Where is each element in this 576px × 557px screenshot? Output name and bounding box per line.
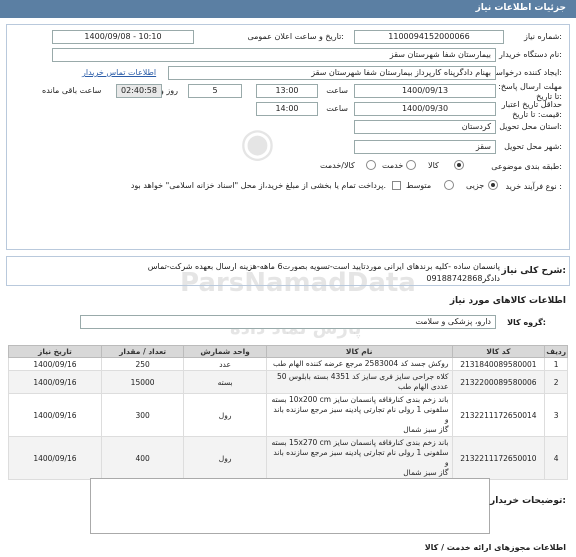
row-name-line: روکش جسد کد 2583004 مرجع عرضه کننده الها…	[273, 359, 449, 368]
city-field: سقز	[354, 140, 496, 154]
row-index: 4	[544, 436, 568, 480]
row-name-line: باند زخم بندی کنارفافه پانسمان سایز 10x2…	[271, 395, 449, 404]
goods-group-field: دارو، پزشکی و سلامت	[80, 315, 496, 329]
validity-time-field: 14:00	[256, 102, 318, 116]
row-code: 2132211172650010	[451, 436, 546, 480]
validity-date-field: 1400/09/30	[354, 102, 496, 116]
buyer-label: نام دستگاه خریدار:	[498, 50, 562, 59]
row-qty: 15000	[100, 370, 185, 394]
category-option-goods: کالا	[428, 161, 439, 170]
goods-table-header: ردیف کد کالا نام کالا واحد شمارش تعداد /…	[8, 345, 568, 358]
need-number-field: 1100094152000066	[354, 30, 504, 44]
payment-radio-partial[interactable]	[488, 180, 498, 190]
col-name: نام کالا	[265, 345, 453, 358]
deadline-label: مهلت ارسال پاسخ: تا تاریخ:	[498, 82, 562, 101]
row-index: 3	[544, 393, 568, 437]
category-option-both: کالا/خدمت	[320, 161, 355, 170]
page-title: جزئیات اطلاعات نیاز	[475, 3, 566, 13]
creator-field: بهنام دادگرپناه کارپرداز بیمارستان شفا ش…	[168, 66, 496, 80]
row-date: 1400/09/16	[8, 370, 102, 394]
row-name: باند زخم بندی کنارفافه پانسمان سایز 10x2…	[265, 393, 453, 437]
category-radio-service[interactable]	[406, 160, 416, 170]
row-code: 2131840089580001	[451, 357, 546, 371]
row-name-line: باند زخم بندی کنارفافه پانسمان سایز 15x2…	[271, 438, 449, 447]
category-label: طبقه بندی موضوعی:	[491, 162, 562, 171]
row-unit: رول	[183, 393, 267, 437]
row-qty: 300	[100, 393, 185, 437]
row-unit: عدد	[183, 357, 267, 371]
row-qty: 250	[100, 357, 185, 371]
table-row: 2 2132200089580006 کلاه جراحی سایز فری س…	[8, 370, 568, 394]
row-unit: بسته	[183, 370, 267, 394]
deadline-time-field: 13:00	[256, 84, 318, 98]
row-name-line: عددی الهام طب	[398, 382, 449, 391]
row-unit: رول	[183, 436, 267, 480]
row-date: 1400/09/16	[8, 436, 102, 480]
goods-section-title: اطلاعات کالاهای مورد نیاز	[449, 296, 566, 306]
row-date: 1400/09/16	[8, 357, 102, 371]
row-index: 1	[544, 357, 568, 371]
validity-time-label: ساعت	[326, 104, 348, 113]
days-label: روز و	[160, 86, 178, 95]
payment-option-medium: متوسط	[406, 181, 432, 190]
summary-text-line2: دادگر09188742868	[426, 274, 500, 283]
buyer-notes-box	[90, 478, 490, 534]
remaining-label: ساعت باقی مانده	[42, 86, 102, 95]
payment-radio-medium[interactable]	[444, 180, 454, 190]
payment-option-partial: جزیی	[466, 181, 485, 190]
row-name-line: کلاه جراحی سایز فری سایز کد 4351 بسته با…	[276, 372, 449, 381]
goods-group-label: گروه کالا:	[507, 318, 546, 327]
city-label: شهر محل تحویل:	[504, 142, 562, 151]
announce-field: 1400/09/08 - 10:10	[52, 30, 194, 44]
deadline-time-label: ساعت	[326, 86, 348, 95]
payment-note: پرداخت تمام یا بخشی از مبلغ خرید،از محل …	[130, 181, 386, 190]
creator-label: ایجاد کننده درخواست:	[488, 68, 562, 77]
row-name: باند زخم بندی کنارفافه پانسمان سایز 15x2…	[265, 436, 453, 480]
row-qty: 400	[100, 436, 185, 480]
province-label: استان محل تحویل:	[499, 122, 562, 131]
table-row: 1 2131840089580001 روکش جسد کد 2583004 م…	[8, 357, 568, 371]
row-name-line: سلفونی 1 رولی نام تجارتی پادینه سبز مرجع…	[273, 405, 449, 424]
category-option-service: خدمت	[382, 161, 404, 170]
contact-buyer-link[interactable]: اطلاعات تماس خریدار	[82, 68, 156, 77]
table-row: 3 2132211172650014 باند زخم بندی کنارفاف…	[8, 393, 568, 437]
goods-table: ردیف کد کالا نام کالا واحد شمارش تعداد /…	[8, 345, 568, 480]
footer-text: اطلاعات مجوزهای ارائه خدمت / کالا	[424, 543, 566, 552]
remaining-time-field: 02:40:58	[116, 84, 162, 98]
category-radio-goods[interactable]	[454, 160, 464, 170]
row-code: 2132200089580006	[451, 370, 546, 394]
deadline-date-field: 1400/09/13	[354, 84, 496, 98]
days-field: 5	[188, 84, 242, 98]
row-name-line: گاز سبز شمال	[403, 425, 449, 434]
col-code: کد کالا	[451, 345, 546, 358]
col-date: تاریخ نیاز	[8, 345, 102, 358]
province-field: کردستان	[354, 120, 496, 134]
row-code: 2132211172650014	[451, 393, 546, 437]
announce-label: تاریخ و ساعت اعلان عمومی:	[247, 32, 344, 41]
validity-label: حداقل تاریخ اعتبار قیمت: تا تاریخ:	[501, 100, 562, 119]
row-name-line: سلفونی 1 رولی نام تجارتی پادینه سبز مرجع…	[273, 448, 449, 467]
col-index: ردیف	[544, 345, 568, 358]
col-qty: تعداد / مقدار	[100, 345, 185, 358]
row-name: روکش جسد کد 2583004 مرجع عرضه کننده الها…	[265, 357, 453, 371]
col-unit: واحد شمارش	[183, 345, 267, 358]
row-date: 1400/09/16	[8, 393, 102, 437]
row-index: 2	[544, 370, 568, 394]
buyer-notes-label: توضیحات خریدار:	[490, 496, 566, 506]
row-name: کلاه جراحی سایز فری سایز کد 4351 بسته با…	[265, 370, 453, 394]
page-header: جزئیات اطلاعات نیاز	[0, 0, 576, 18]
table-row: 4 2132211172650010 باند زخم بندی کنارفاف…	[8, 436, 568, 480]
treasury-checkbox[interactable]	[392, 181, 401, 190]
summary-text-line1: پانسمان ساده -کلیه برندهای ایرانی موردتا…	[147, 262, 500, 271]
row-name-line: گاز سبز شمال	[403, 468, 449, 477]
need-number-label: شماره نیاز:	[523, 32, 562, 41]
payment-label: نوع فرآیند خرید :	[505, 182, 562, 191]
buyer-field: بیمارستان شفا شهرستان سقز	[52, 48, 496, 62]
category-radio-both[interactable]	[366, 160, 376, 170]
